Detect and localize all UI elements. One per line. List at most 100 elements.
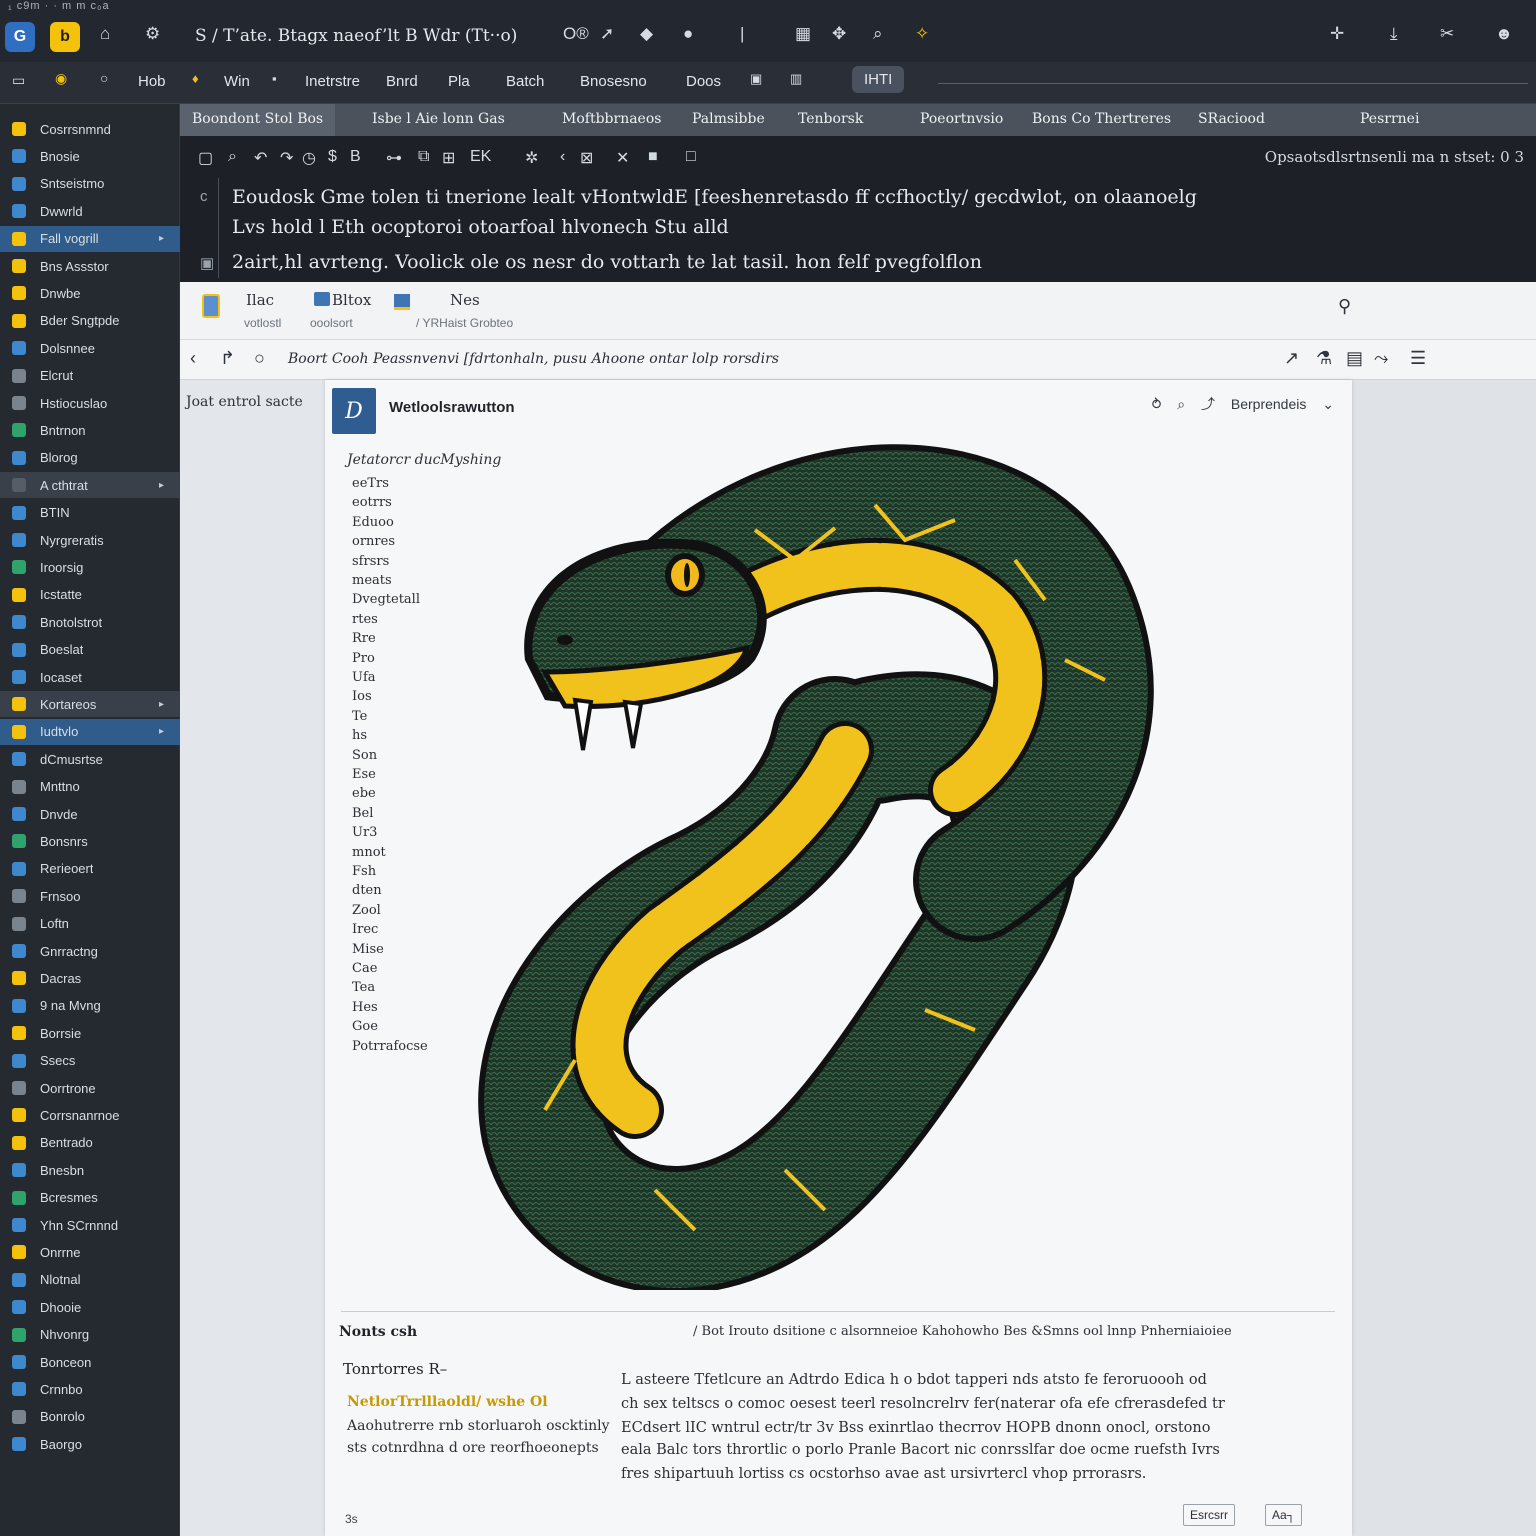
stop-icon[interactable]: □	[686, 148, 696, 166]
print-icon[interactable]: ▤	[1346, 348, 1363, 369]
menu-item[interactable]: Inetrstre	[305, 73, 360, 90]
back-icon[interactable]: ‹	[190, 348, 196, 369]
sidebar-item[interactable]: Ssecs	[0, 1048, 180, 1074]
export-button[interactable]: Esrcsrr	[1183, 1504, 1235, 1526]
tab[interactable]: Palmsibbe	[692, 111, 765, 127]
sidebar-item[interactable]: Bonceon	[0, 1349, 180, 1375]
list-item[interactable]: Irec	[352, 922, 378, 937]
app-icon[interactable]: G	[5, 22, 35, 52]
link-icon[interactable]: ⊶	[386, 148, 402, 168]
sidebar-item[interactable]: Crnnbo	[0, 1376, 180, 1402]
download-icon[interactable]: ⤓	[1390, 24, 1398, 44]
sidebar-item[interactable]: Bonrolo	[0, 1404, 180, 1430]
sidebar-item[interactable]: Nhvonrg	[0, 1322, 180, 1348]
sidebar-item[interactable]: Dacras	[0, 965, 180, 991]
sidebar-item[interactable]: Bder Sngtpde	[0, 308, 180, 334]
list-item[interactable]: eeTrs	[352, 476, 389, 491]
dot-icon[interactable]: ●	[683, 24, 693, 44]
list-item[interactable]: Ufa	[352, 670, 376, 685]
folder-icon[interactable]	[314, 292, 330, 306]
editor-area[interactable]: ▢ ⌕ ↶ ↷ ◷ $ B ⊶ ⧉ ⊞ EK ✲ ‹ ⊠ ✕ ■ □ Opsao…	[180, 136, 1536, 282]
panel-label[interactable]: Joat entrol sacte	[186, 394, 303, 410]
code-line[interactable]: 2airt,hl avrteng. Voolick ole os nesr do…	[232, 251, 982, 273]
sidebar-item[interactable]: Kortareos ▸	[0, 691, 180, 718]
sidebar-item[interactable]: Blorog	[0, 445, 180, 471]
list-item[interactable]: eotrrs	[352, 495, 392, 510]
notes-highlight[interactable]: NetlorTrrlllaoldl/ wshe Ol	[347, 1394, 548, 1410]
tab[interactable]: SRaciood	[1198, 111, 1265, 127]
sidebar-item[interactable]: Onrrne	[0, 1239, 180, 1265]
bookmark-icon[interactable]: b	[50, 22, 80, 52]
list-item[interactable]: Eduoo	[352, 515, 394, 530]
chevron-down-icon[interactable]: ⌄	[1322, 396, 1334, 412]
list-item[interactable]: Ese	[352, 767, 376, 782]
sidebar-item[interactable]: Bnosie	[0, 143, 180, 169]
format-icon[interactable]: EK	[470, 148, 491, 166]
settings-icon[interactable]: ⚙	[145, 24, 160, 44]
sidebar-item[interactable]: Corrsnanrnoe	[0, 1102, 180, 1128]
sidebar-item[interactable]: Bonsnrs	[0, 828, 180, 854]
menu-item[interactable]: Bnosesno	[580, 73, 647, 90]
list-item[interactable]: mnot	[352, 845, 386, 860]
list-item[interactable]: sfrsrs	[352, 554, 389, 569]
tab[interactable]: Moftbbrnaeos	[562, 111, 661, 127]
code-line[interactable]: Eoudosk Gme tolen ti tnerione lealt vHon…	[232, 186, 1197, 208]
list-item[interactable]: Pro	[352, 651, 375, 666]
sidebar-item[interactable]: Nlotnal	[0, 1267, 180, 1293]
copy-icon[interactable]: ⧉	[418, 148, 429, 166]
sidebar-item[interactable]: Baorgo	[0, 1431, 180, 1457]
sidebar-item[interactable]: dCmusrtse	[0, 746, 180, 772]
add-icon[interactable]: ✛	[1330, 24, 1344, 44]
sidebar-item[interactable]: Yhn SCrnnnd	[0, 1212, 180, 1238]
back-icon[interactable]: ‹	[560, 148, 565, 166]
export-icon[interactable]: ⤴	[1201, 396, 1215, 412]
sidebar-item[interactable]: Bentrado	[0, 1130, 180, 1156]
tab[interactable]: Tenborsk	[798, 111, 863, 127]
flask-icon[interactable]: ⚗	[1316, 348, 1332, 369]
box-icon[interactable]: ▣	[750, 71, 762, 87]
sidebar-item[interactable]: Oorrtrone	[0, 1075, 180, 1101]
sidebar-item[interactable]: Dnwbe	[0, 280, 180, 306]
list-item[interactable]: ebe	[352, 786, 376, 801]
sidebar-item[interactable]: Cosrrsnmnd	[0, 116, 180, 142]
list-item[interactable]: Potrrafocse	[352, 1039, 428, 1054]
menu-item-active[interactable]: IHTI	[852, 66, 905, 93]
list-item[interactable]: rtes	[352, 612, 378, 627]
sidebar-item[interactable]: Boeslat	[0, 637, 180, 663]
pane-label[interactable]: Ilac	[246, 291, 274, 309]
pin-icon[interactable]: ⚲	[1338, 296, 1351, 317]
list-item[interactable]: dten	[352, 883, 382, 898]
sidebar-item[interactable]: Borrsie	[0, 1020, 180, 1046]
file-icon[interactable]	[202, 294, 220, 318]
sidebar-item[interactable]: Nyrgreratis	[0, 527, 180, 553]
sidebar-item[interactable]: Dolsnnee	[0, 335, 180, 361]
sidebar-item[interactable]: Sntseistmo	[0, 171, 180, 197]
sidebar-item[interactable]: Bntrnon	[0, 417, 180, 443]
sidebar-item[interactable]: Bnesbn	[0, 1157, 180, 1183]
list-item[interactable]: meats	[352, 573, 392, 588]
sidebar-item[interactable]: Elcrut	[0, 363, 180, 389]
sidebar-item[interactable]: 9 na Mvng	[0, 993, 180, 1019]
list-item[interactable]: Fsh	[352, 864, 376, 879]
preferences-link[interactable]: Berprendeis	[1231, 396, 1307, 412]
menu-item[interactable]: Bnrd	[386, 73, 418, 90]
list-item[interactable]: Goe	[352, 1019, 378, 1034]
sidebar-item[interactable]: Frnsoo	[0, 883, 180, 909]
address-bar[interactable]: ‹ ↱ ○ Boort Cooh Peassnvenvi [fdrtonhaln…	[180, 340, 1536, 380]
sidebar-item[interactable]: Bnotolstrot	[0, 609, 180, 635]
list-item[interactable]: Ios	[352, 689, 372, 704]
search-icon[interactable]: ⌕	[228, 148, 237, 166]
list-item[interactable]: ornres	[352, 534, 395, 549]
list-item[interactable]: Rre	[352, 631, 376, 646]
pane-label[interactable]: Nes	[450, 291, 480, 309]
menu-item[interactable]: Pla	[448, 73, 470, 90]
redo-icon[interactable]: ↷	[280, 148, 293, 168]
dollar-icon[interactable]: $	[328, 148, 337, 166]
chevron-right-icon[interactable]: ▸	[159, 699, 164, 710]
list-item[interactable]: Hes	[352, 1000, 378, 1015]
search-icon[interactable]: ⌕	[1177, 396, 1185, 412]
grid-icon[interactable]: ⊞	[442, 148, 455, 168]
sidebar-item[interactable]: Bns Assstor	[0, 253, 180, 279]
chevron-right-icon[interactable]: ▸	[159, 233, 164, 244]
save-icon[interactable]: ■	[648, 148, 658, 166]
